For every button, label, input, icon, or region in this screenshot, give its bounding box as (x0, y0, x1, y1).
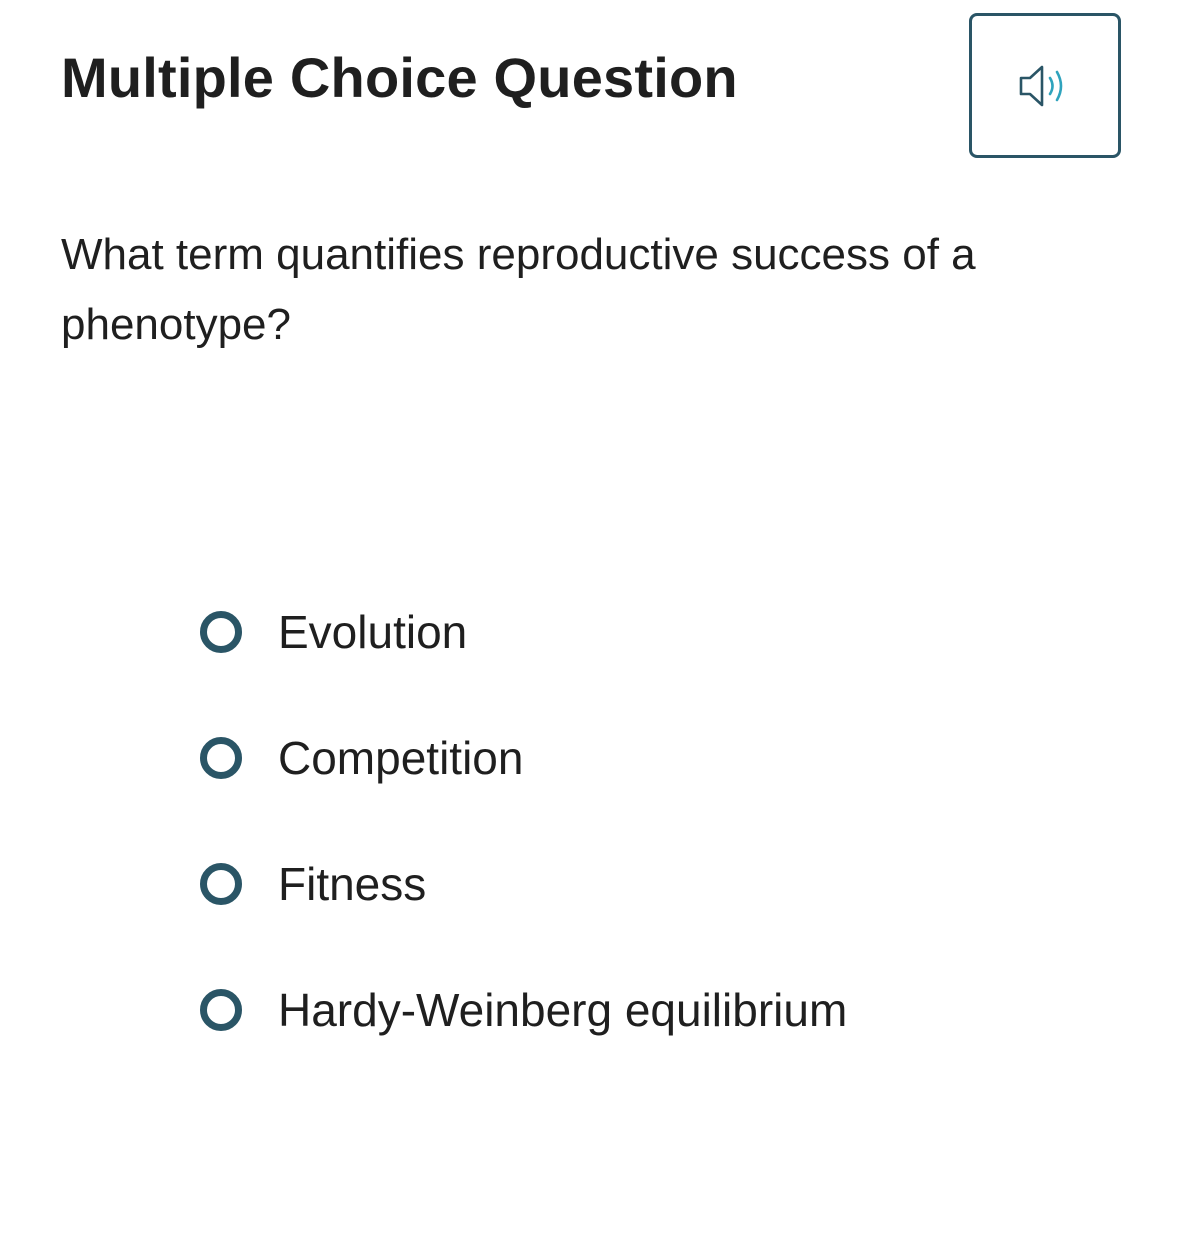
radio-button[interactable] (200, 737, 242, 779)
speaker-sound-icon (1019, 65, 1063, 106)
answer-option-label: Competition (278, 732, 524, 784)
answer-option-evolution[interactable]: Evolution (200, 590, 1100, 674)
answer-option-hardy-weinberg[interactable]: Hardy-Weinberg equilibrium (200, 968, 1100, 1052)
question-text: What term quantifies reproductive succes… (61, 230, 976, 349)
answer-options: Evolution Competition Fitness Hardy-Wein… (200, 590, 1100, 1094)
radio-button[interactable] (200, 989, 242, 1031)
answer-option-fitness[interactable]: Fitness (200, 842, 1100, 926)
answer-option-label: Fitness (278, 858, 427, 910)
answer-option-label: Evolution (278, 606, 468, 658)
radio-button[interactable] (200, 863, 242, 905)
answer-option-label: Hardy-Weinberg equilibrium (278, 984, 848, 1036)
radio-button[interactable] (200, 611, 242, 653)
page-title: Multiple Choice Question (61, 46, 738, 109)
read-aloud-button[interactable] (969, 13, 1121, 158)
answer-option-competition[interactable]: Competition (200, 716, 1100, 800)
